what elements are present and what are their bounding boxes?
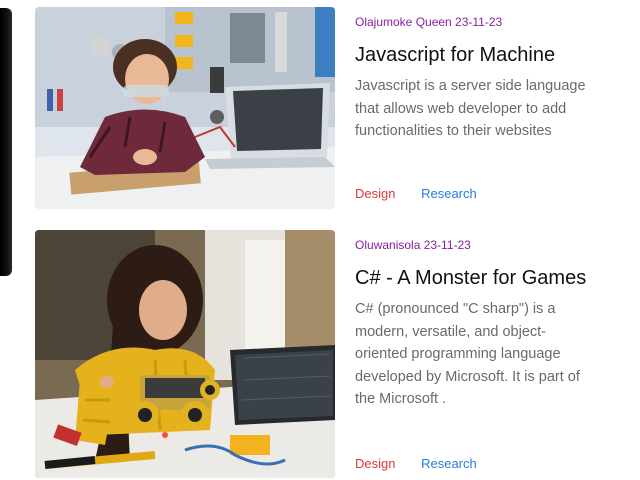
post-excerpt: Javascript is a server side language tha… bbox=[355, 78, 586, 139]
post-tags: Design Research bbox=[355, 456, 477, 472]
post-meta: Oluwanisola 23-11-23 bbox=[355, 238, 471, 252]
post-content: Olajumoke Queen 23-11-23 Javascript for … bbox=[355, 7, 595, 143]
post-meta: Olajumoke Queen 23-11-23 bbox=[355, 15, 503, 29]
post-thumbnail[interactable] bbox=[35, 230, 335, 478]
post-title[interactable]: C# - A Monster for Games bbox=[355, 266, 595, 290]
blog-card[interactable]: Oluwanisola 23-11-23 C# - A Monster for … bbox=[35, 230, 595, 478]
post-thumbnail[interactable] bbox=[35, 7, 335, 209]
post-excerpt: C# (pronounced "C sharp") is a modern, v… bbox=[355, 301, 580, 407]
post-tags: Design Research bbox=[355, 186, 477, 202]
post-title[interactable]: Javascript for Machine bbox=[355, 43, 595, 67]
blog-card[interactable]: Olajumoke Queen 23-11-23 Javascript for … bbox=[35, 7, 595, 209]
tag-research[interactable]: Research bbox=[421, 456, 477, 471]
post-content: Oluwanisola 23-11-23 C# - A Monster for … bbox=[355, 230, 595, 411]
tag-design[interactable]: Design bbox=[355, 456, 395, 471]
left-scroll-panel bbox=[0, 8, 12, 276]
tag-design[interactable]: Design bbox=[355, 186, 395, 201]
tag-research[interactable]: Research bbox=[421, 186, 477, 201]
